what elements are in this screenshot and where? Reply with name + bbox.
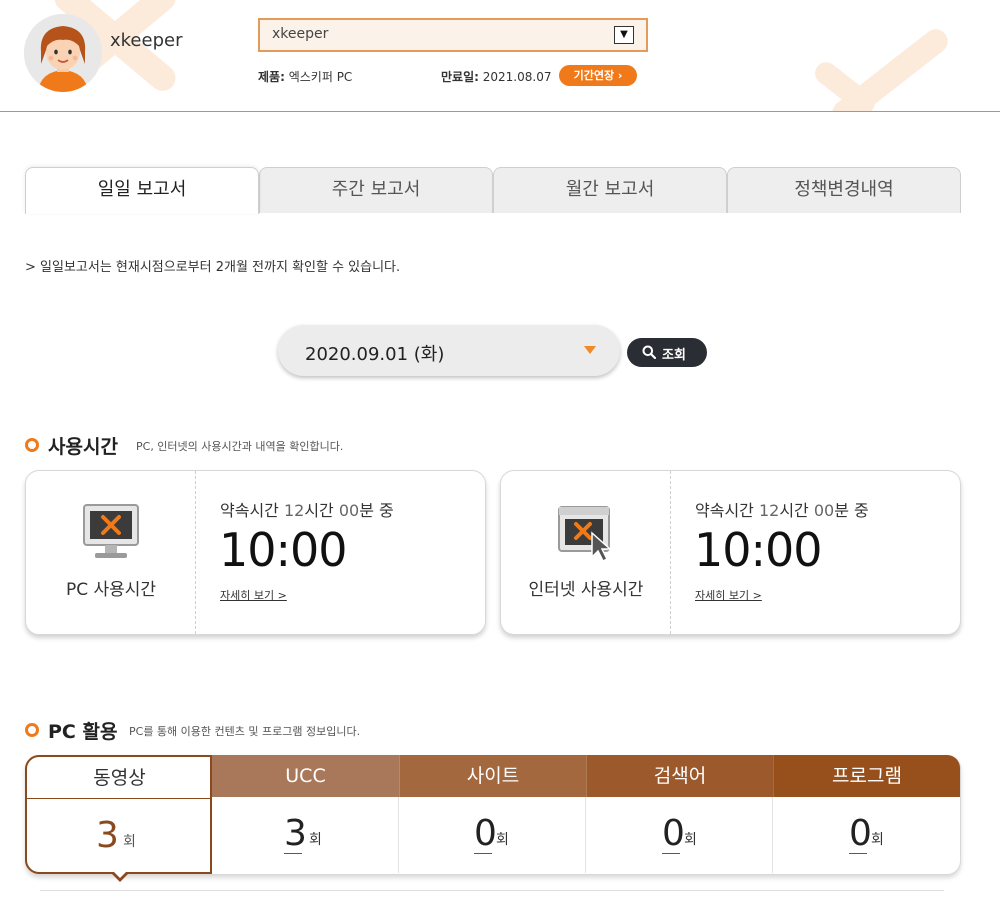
chevron-down-icon[interactable]: ▼ [614,26,634,44]
monitor-icon [81,503,141,563]
activity-title: PC 활용 [48,721,118,743]
ucc-underline [284,853,302,854]
tab-monthly-report[interactable]: 월간 보고서 [493,167,727,213]
videos-unit: 회 [123,834,136,850]
product-value: 엑스키퍼 PC [288,70,353,84]
extend-period-button[interactable]: 기간연장 › [559,65,637,86]
account-select-value: xkeeper [272,26,329,42]
section-bullet-icon [25,438,39,452]
pc-promise-prefix: 약속시간 [220,501,284,520]
sites-count-cell[interactable]: 0 회 [399,797,586,873]
internet-promise-hours-unit: 시간 [779,501,814,520]
internet-usage-detail-link[interactable]: 자세히 보기 > [695,587,762,603]
section-bullet-icon [25,723,39,737]
pc-usage-time: 10:00 [219,523,348,577]
programs-unit: 회 [871,832,884,848]
ucc-unit: 회 [309,832,322,848]
background-x-decoration [810,24,970,111]
sites-unit: 회 [496,832,509,848]
username: xkeeper [110,30,183,51]
pc-promise-hours: 12 [283,501,305,520]
videos-label: 동영상 [27,757,212,799]
search-icon [642,345,656,359]
pc-usage-card: PC 사용시간 약속시간 12시간 00분 중 10:00 자세히 보기 > [25,470,486,635]
account-select[interactable]: xkeeper ▼ [258,18,648,52]
internet-usage-card: 인터넷 사용시간 약속시간 12시간 00분 중 10:00 자세히 보기 > [500,470,961,635]
pc-promise-hours-unit: 시간 [304,501,339,520]
search-terms-count-cell[interactable]: 0 회 [586,797,773,873]
search-terms-count: 0 [662,813,685,854]
tab-ucc[interactable]: UCC [212,755,399,797]
browser-cursor-icon [556,503,616,563]
active-pointer-inner [113,871,127,878]
product-info: 제품: 엑스키퍼 PC [258,68,352,85]
account-header: xkeeper xkeeper ▼ 제품: 엑스키퍼 PC 만료일: 2021.… [0,0,1000,112]
bottom-divider [40,890,944,891]
pc-usage-caption: PC 사용시간 [65,580,157,600]
sites-count: 0 [474,813,497,854]
date-select-value: 2020.09.01 (화) [305,344,445,365]
internet-usage-card-left: 인터넷 사용시간 [501,471,671,634]
caret-down-icon [584,346,596,354]
tab-sites[interactable]: 사이트 [399,755,586,797]
activity-description: PC를 통해 이용한 컨텐츠 및 프로그램 정보입니다. [129,725,361,738]
ucc-count-cell[interactable]: 3 회 [212,797,399,873]
pc-usage-card-left: PC 사용시간 [26,471,196,634]
videos-count: 3 [96,815,119,856]
internet-usage-caption: 인터넷 사용시간 [528,580,644,600]
expire-label: 만료일: [441,70,479,84]
tab-programs[interactable]: 프로그램 [773,755,960,797]
tab-weekly-report[interactable]: 주간 보고서 [259,167,493,213]
report-tabs: 일일 보고서 주간 보고서 월간 보고서 정책변경내역 [25,167,961,214]
internet-promise-minutes: 00 [813,501,835,520]
search-terms-underline [662,853,680,854]
avatar [24,14,102,92]
search-button[interactable]: 조회 [627,338,707,367]
pc-promise-time: 약속시간 12시간 00분 중 [220,497,394,521]
programs-count: 0 [849,813,872,854]
usage-title: 사용시간 [48,436,118,458]
usage-description: PC, 인터넷의 사용시간과 내역을 확인합니다. [136,440,344,453]
internet-promise-prefix: 약속시간 [695,501,759,520]
internet-usage-time: 10:00 [694,523,823,577]
tab-daily-report[interactable]: 일일 보고서 [25,167,259,214]
tab-policy-history[interactable]: 정책변경내역 [727,167,961,213]
programs-underline [849,853,867,854]
pc-usage-detail-link[interactable]: 자세히 보기 > [220,587,287,603]
pc-promise-suffix: 분 중 [359,501,394,520]
sites-underline [474,853,492,854]
internet-promise-hours: 12 [758,501,780,520]
programs-count-cell[interactable]: 0 회 [773,797,960,873]
pc-promise-minutes: 00 [338,501,360,520]
expire-value: 2021.08.07 [482,70,552,84]
tab-videos[interactable]: 동영상 3 회 [25,755,212,874]
product-label: 제품: [258,70,285,84]
activity-section-title: PC 활용 [25,717,135,743]
usage-section-title: 사용시간 [25,432,145,458]
search-button-label: 조회 [662,348,686,363]
tab-search-terms[interactable]: 검색어 [586,755,773,797]
internet-promise-time: 약속시간 12시간 00분 중 [695,497,869,521]
pc-activity-table: UCC 사이트 검색어 프로그램 3 회 0 회 0 회 0 회 동영상 3 회 [25,755,961,882]
report-notice: > 일일보고서는 현재시점으로부터 2개월 전까지 확인할 수 있습니다. [25,260,401,275]
ucc-count: 3 [284,813,307,854]
expire-info: 만료일: 2021.08.07 [441,68,551,85]
date-select[interactable]: 2020.09.01 (화) [278,325,620,376]
search-terms-unit: 회 [684,832,697,848]
internet-promise-suffix: 분 중 [834,501,869,520]
